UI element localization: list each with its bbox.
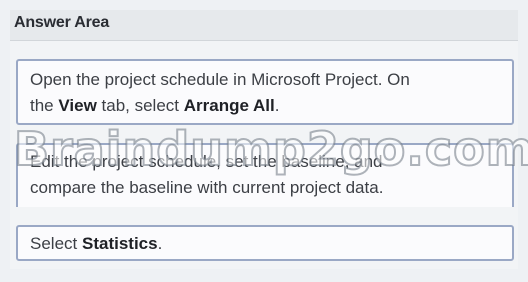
answer-area-header: Answer Area — [10, 10, 518, 41]
answer-step-2[interactable]: Edit the project schedule, set the basel… — [16, 143, 514, 207]
step-1-view-text: View — [58, 96, 97, 115]
step-1-arrange-all-text: Arrange All — [183, 96, 275, 115]
step-2-line-2: compare the baseline with current projec… — [30, 178, 384, 197]
step-1-line-2-suffix: . — [274, 96, 280, 115]
step-1-line-2-mid: tab, select — [96, 96, 184, 115]
step-3-prefix: Select — [30, 234, 82, 253]
answer-area-panel: Answer Area Open the project schedule in… — [0, 0, 528, 282]
step-1-line-1: Open the project schedule in Microsoft P… — [30, 67, 500, 93]
answer-step-3[interactable]: Select Statistics. — [16, 225, 514, 261]
step-1-line-2: the View tab, select Arrange All. — [30, 93, 500, 119]
step-1-line-2-prefix: the — [30, 96, 59, 115]
answer-step-1[interactable]: Open the project schedule in Microsoft P… — [16, 59, 514, 125]
step-3-statistics-text: Statistics — [81, 234, 158, 253]
step-3-line: Select Statistics. — [30, 231, 500, 257]
answer-area-content: Open the project schedule in Microsoft P… — [10, 41, 518, 269]
answer-area-title: Answer Area — [14, 14, 110, 31]
step-3-suffix: . — [157, 234, 163, 253]
step-1-line-1-text: Open the project schedule in Microsoft P… — [30, 70, 410, 89]
step-2-line-1: Edit the project schedule, set the basel… — [30, 152, 383, 171]
